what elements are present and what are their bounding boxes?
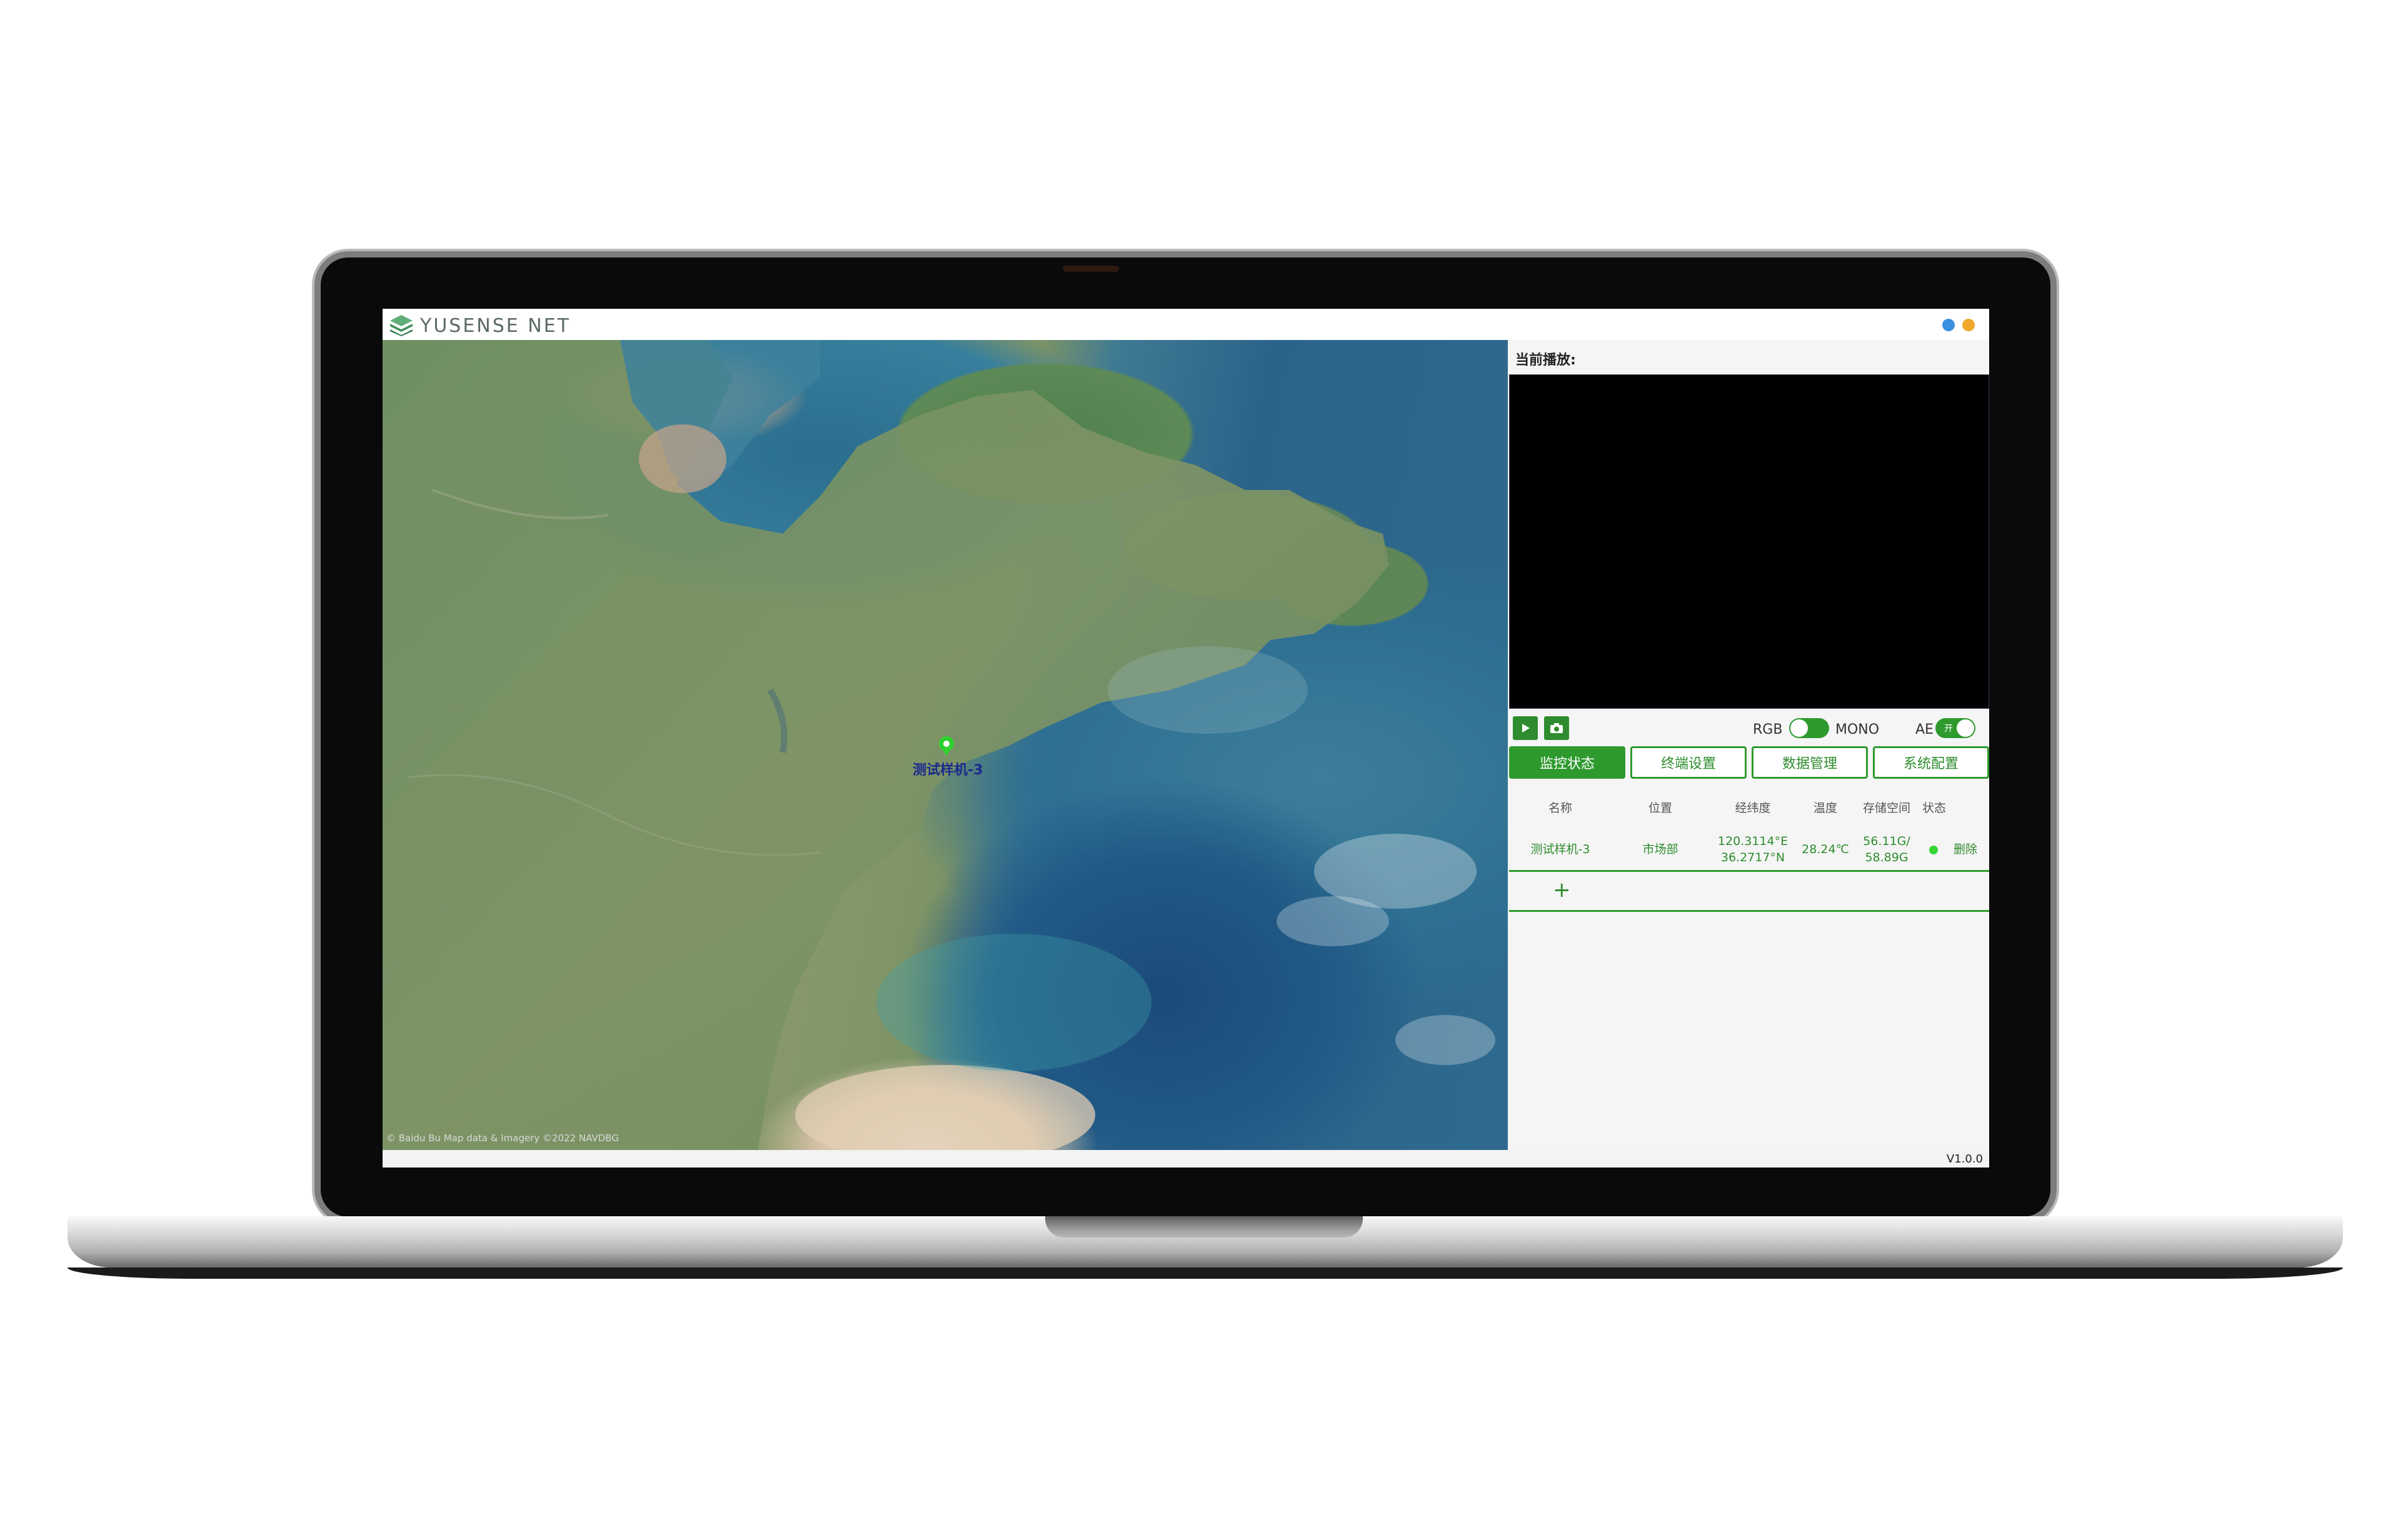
device-storage-used: 56.11G/ (1863, 834, 1910, 848)
close-button[interactable] (1962, 319, 1975, 331)
snapshot-button[interactable] (1544, 716, 1569, 740)
play-icon (1522, 724, 1530, 732)
status-bar: V1.0.0 (383, 1150, 1989, 1168)
app-title: YUSENSE NET (420, 315, 571, 337)
mono-label: MONO (1835, 722, 1880, 738)
device-latitude: 36.2717°N (1720, 851, 1785, 864)
rgb-mono-toggle[interactable] (1789, 718, 1829, 738)
toggle-knob (1957, 719, 1974, 737)
laptop-notch (1045, 1216, 1363, 1238)
add-device-button[interactable]: + (1553, 878, 1571, 902)
device-longitude: 120.3114°E (1717, 834, 1788, 848)
tab-bar: 监控状态 终端设置 数据管理 系统配置 (1509, 746, 1989, 781)
laptop-base-lip (68, 1268, 2343, 1279)
camera-icon (1550, 723, 1563, 733)
ae-toggle[interactable]: 开 (1935, 718, 1975, 738)
logo-icon (390, 315, 413, 336)
rgb-label: RGB (1753, 722, 1783, 738)
version-label: V1.0.0 (1946, 1152, 1983, 1166)
app-window: YUSENSE NET 测试样机-3 © Baidu Bu Map data &… (383, 309, 1989, 1168)
col-header-name: 名称 (1548, 801, 1573, 815)
col-header-location: 位置 (1648, 801, 1673, 815)
col-header-temperature: 温度 (1813, 801, 1838, 815)
device-name: 测试样机-3 (1530, 842, 1590, 856)
col-header-status: 状态 (1922, 801, 1947, 815)
toggle-knob (1790, 719, 1808, 737)
col-header-storage: 存储空间 (1862, 801, 1911, 815)
map-marker-icon[interactable] (936, 735, 957, 756)
device-storage-total: 58.89G (1865, 851, 1909, 864)
table-row[interactable]: 测试样机-3 市场部 120.3114°E 36.2717°N 28.24℃ 5… (1509, 829, 1989, 872)
satellite-map[interactable]: 测试样机-3 © Baidu Bu Map data & Imagery ©20… (383, 340, 1508, 1150)
col-header-coordinates: 经纬度 (1735, 801, 1771, 815)
now-playing-label: 当前播放: (1515, 352, 1576, 368)
add-device-row: + (1509, 871, 1989, 912)
camera (1063, 266, 1119, 272)
device-temperature: 28.24℃ (1802, 842, 1849, 856)
status-online-indicator (1929, 846, 1938, 854)
tab-system-config[interactable]: 系统配置 (1873, 746, 1989, 779)
title-bar: YUSENSE NET (383, 309, 1989, 341)
tab-terminal-settings[interactable]: 终端设置 (1630, 746, 1747, 779)
tab-data-management[interactable]: 数据管理 (1752, 746, 1868, 779)
device-location: 市场部 (1642, 842, 1678, 856)
ae-label: AE (1915, 722, 1934, 738)
play-button[interactable] (1513, 716, 1538, 740)
map-marker-label: 测试样机-3 (913, 762, 983, 778)
delete-button[interactable]: 删除 (1954, 842, 1977, 857)
map-copyright: © Baidu Bu Map data & Imagery ©2022 NAVD… (386, 1132, 619, 1144)
minimize-button[interactable] (1942, 319, 1955, 331)
tab-monitor-status[interactable]: 监控状态 (1509, 746, 1625, 779)
video-player[interactable] (1509, 374, 1989, 709)
ae-toggle-text: 开 (1944, 724, 1953, 734)
right-panel: 当前播放: RGB MONO AE 开 监控状态 终端设置 数据管理 系统配置 … (1509, 340, 1989, 1150)
